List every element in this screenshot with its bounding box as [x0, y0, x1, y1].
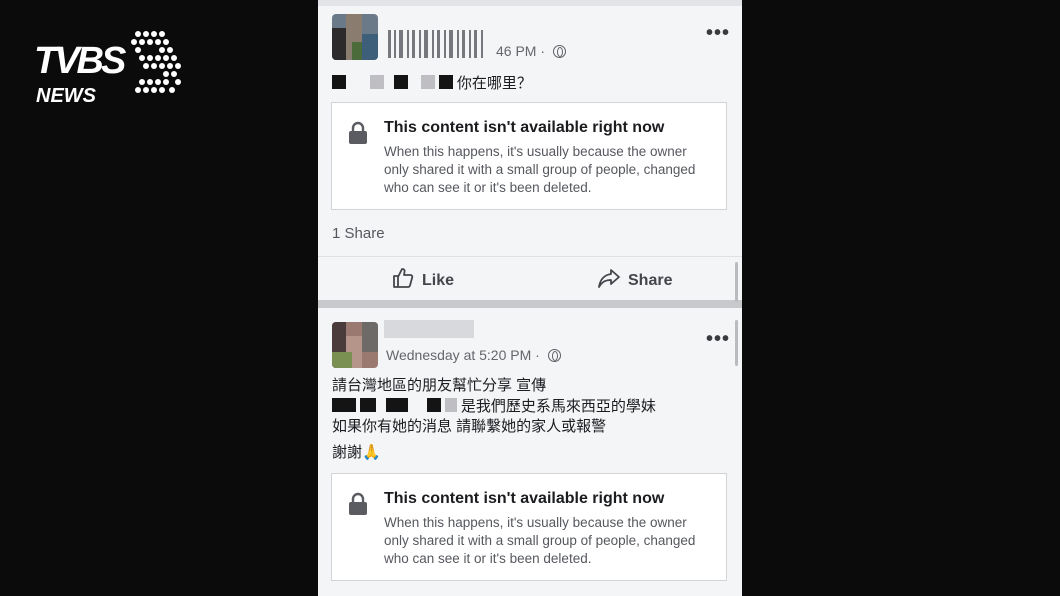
post-text-line-3: 如果你有她的消息 請聯繫她的家人或報警	[332, 418, 607, 435]
blurred-author-name	[388, 30, 488, 58]
post-text-line-1: 請台灣地區的朋友幫忙分享 宣傳	[332, 377, 547, 394]
more-icon[interactable]: •••	[706, 22, 730, 45]
lock-icon	[349, 121, 367, 144]
lock-icon	[349, 492, 367, 515]
redaction	[360, 398, 377, 412]
unavailable-content-card: This content isn't available right now W…	[331, 473, 727, 581]
post-text-line-2-suffix: 是我們歷史系馬來西亞的學妹	[460, 398, 656, 415]
unavailable-title: This content isn't available right now	[384, 119, 665, 136]
logo-brand: TVBS	[34, 40, 126, 82]
globe-icon	[552, 45, 566, 58]
post-actions: Like Share	[318, 256, 742, 301]
more-icon[interactable]: •••	[706, 328, 730, 351]
post-2: Wednesday at 5:20 PM · ••• 請台灣地區的朋友幫忙分享 …	[318, 308, 742, 596]
separator: ·	[535, 347, 540, 363]
share-count[interactable]: 1 Share	[332, 225, 385, 242]
redaction	[386, 398, 409, 412]
timestamp-text: Wednesday at 5:20 PM	[386, 347, 532, 363]
redaction	[332, 398, 356, 412]
globe-icon	[547, 349, 561, 362]
blurred-author-name	[384, 320, 474, 338]
unavailable-description: When this happens, it's usually because …	[384, 515, 696, 566]
timestamp-text: 46 PM	[496, 43, 537, 59]
post-timestamp[interactable]: 46 PM ·	[496, 43, 566, 59]
avatar[interactable]	[332, 322, 378, 368]
redaction	[444, 398, 457, 412]
logo-sub: NEWS	[36, 85, 96, 107]
pray-emoji: 🙏	[362, 444, 381, 461]
scrollbar[interactable]	[735, 320, 738, 366]
avatar[interactable]	[332, 14, 378, 60]
post-1: 46 PM · ••• 你在哪里？ This content isn't ava…	[318, 0, 742, 300]
share-label: Share	[628, 272, 673, 289]
unavailable-title: This content isn't available right now	[384, 490, 665, 507]
share-icon	[598, 269, 620, 288]
unavailable-description: When this happens, it's usually because …	[384, 144, 696, 195]
unavailable-content-card: This content isn't available right now W…	[331, 102, 727, 210]
redaction	[332, 75, 346, 89]
post-text-line-4: 謝謝🙏	[332, 443, 381, 463]
post-text-line-2: 是我們歷史系馬來西亞的學妹	[332, 397, 656, 417]
facebook-feed-screenshot: 46 PM · ••• 你在哪里？ This content isn't ava…	[318, 0, 742, 596]
post-text: 你在哪里？	[332, 74, 532, 94]
post-divider	[318, 300, 742, 308]
like-label: Like	[422, 272, 455, 289]
redaction	[420, 75, 435, 89]
share-button[interactable]: Share	[598, 267, 672, 290]
separator: ·	[540, 43, 546, 59]
redaction	[394, 75, 409, 89]
redaction	[438, 75, 453, 89]
scrollbar[interactable]	[735, 262, 738, 302]
redaction	[426, 398, 441, 412]
like-button[interactable]: Like	[392, 267, 454, 290]
post-timestamp[interactable]: Wednesday at 5:20 PM ·	[386, 347, 561, 363]
like-icon	[393, 268, 414, 288]
post-text-suffix: 你在哪里？	[456, 75, 532, 92]
redaction	[370, 75, 385, 89]
tvbs-news-logo: TVBS NEWS	[32, 28, 184, 108]
logo-dots-icon	[131, 31, 181, 93]
post-text-line-4-text: 謝謝	[332, 444, 363, 461]
